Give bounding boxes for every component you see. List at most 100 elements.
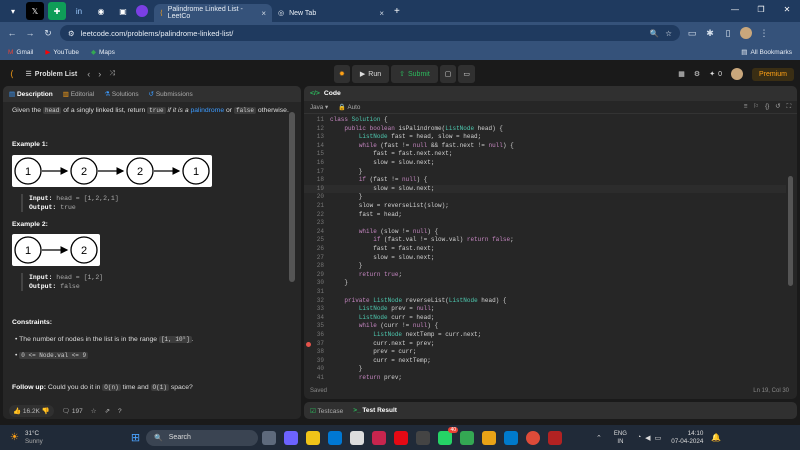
scrollbar[interactable] xyxy=(289,112,295,282)
pdf-icon[interactable] xyxy=(548,430,563,445)
back-icon[interactable]: ← xyxy=(6,28,18,38)
sheets-app-icon[interactable]: ✚ xyxy=(48,2,66,20)
x-app-icon[interactable]: 𝕏 xyxy=(26,2,44,20)
clock[interactable]: 14:10 07-04-2024 xyxy=(671,430,703,446)
menu-icon[interactable]: ⋮ xyxy=(758,28,770,39)
office-icon[interactable] xyxy=(416,430,431,445)
bookmark-gmail[interactable]: M Gmail xyxy=(8,49,33,56)
fullscreen-icon[interactable]: ⛶ xyxy=(787,103,791,111)
layout-icon[interactable]: ▦ xyxy=(678,70,685,78)
code-scrollbar[interactable] xyxy=(788,176,793,286)
reload-icon[interactable]: ↻ xyxy=(42,28,54,39)
streak-counter[interactable]: ✦ 0 xyxy=(709,70,722,79)
code-line[interactable]: 37 curr.next = prev; xyxy=(304,340,786,349)
tab-test-result[interactable]: >_ Test Result xyxy=(353,407,397,414)
code-line[interactable]: 17 } xyxy=(304,168,786,177)
maximize-icon[interactable]: ❐ xyxy=(748,0,774,22)
tab-testcase[interactable]: ☑ Testcase xyxy=(310,407,343,415)
code-line[interactable]: 38 prev = curr; xyxy=(304,348,786,357)
app-icon[interactable] xyxy=(136,5,148,17)
language-select[interactable]: Java ▾ xyxy=(310,104,328,111)
new-tab-button[interactable]: + xyxy=(394,6,400,17)
notes-app-icon[interactable]: ▣ xyxy=(114,2,132,20)
code-line[interactable]: 39 curr = nextTemp; xyxy=(304,357,786,366)
reset-icon[interactable]: ↺ xyxy=(775,103,780,111)
code-line[interactable]: 28 } xyxy=(304,262,786,271)
code-line[interactable]: 20 } xyxy=(304,193,786,202)
bookmark-youtube[interactable]: ▶ YouTube xyxy=(45,48,79,57)
code-line[interactable]: 15 fast = fast.next.next; xyxy=(304,150,786,159)
like-button[interactable]: 👍 16.2K 👎 xyxy=(9,405,54,417)
netflix-icon[interactable] xyxy=(394,430,409,445)
settings-app-icon[interactable] xyxy=(350,430,365,445)
code-line[interactable]: 26 fast = fast.next; xyxy=(304,245,786,254)
language-indicator[interactable]: ENG IN xyxy=(614,430,627,446)
windows-start-icon[interactable]: ⊞ xyxy=(131,431,140,444)
profile-avatar[interactable] xyxy=(740,27,752,39)
format-icon[interactable]: ≡ xyxy=(744,103,748,111)
vscode-icon[interactable] xyxy=(504,430,519,445)
code-line[interactable]: 14 while (fast != null && fast.next != n… xyxy=(304,142,786,151)
mail-icon[interactable] xyxy=(328,430,343,445)
whatsapp-icon[interactable]: 40 xyxy=(438,426,459,445)
share-icon[interactable]: ⇗ xyxy=(105,407,110,415)
code-line[interactable]: 12 public boolean isPalindrome(ListNode … xyxy=(304,125,786,134)
cast-icon[interactable]: ▭ xyxy=(686,28,698,39)
code-editor[interactable]: 11 class Solution {12 public boolean isPa… xyxy=(304,116,786,386)
submit-button[interactable]: ⇧ Submit xyxy=(391,65,438,83)
weather-widget[interactable]: 31°C Sunny xyxy=(25,430,43,446)
tray-chevron-icon[interactable]: ⌃ xyxy=(596,434,602,442)
file-explorer-icon[interactable] xyxy=(306,430,321,445)
linkedin-app-icon[interactable]: in xyxy=(70,2,88,20)
folder-app-icon[interactable] xyxy=(482,430,497,445)
code-line[interactable]: 40 } xyxy=(304,365,786,374)
code-line[interactable]: 34 ListNode curr = head; xyxy=(304,314,786,323)
tab-solutions[interactable]: ⚗ Solutions xyxy=(104,90,138,98)
bookmark-maps[interactable]: ◆ Maps xyxy=(91,48,115,57)
code-line[interactable]: 21 slow = reverseList(slow); xyxy=(304,202,786,211)
tab-description[interactable]: ▤ Description xyxy=(9,90,53,98)
code-line[interactable]: 33 ListNode prev = null; xyxy=(304,305,786,314)
leetcode-logo-icon[interactable]: ⟨ xyxy=(10,69,14,80)
code-line[interactable]: 23 xyxy=(304,219,786,228)
code-line[interactable]: 41 return prev; xyxy=(304,374,786,383)
sidebar-icon[interactable]: ▯ xyxy=(722,28,734,39)
shuffle-icon[interactable]: ⤨ xyxy=(109,70,115,78)
premium-button[interactable]: Premium xyxy=(751,67,794,81)
notes-button[interactable]: ▢ xyxy=(439,65,457,83)
breakpoint-icon[interactable] xyxy=(306,341,311,347)
wifi-icon[interactable]: ◔ xyxy=(637,434,641,441)
palindrome-link[interactable]: palindrome xyxy=(191,107,225,114)
code-line[interactable]: 30 } xyxy=(304,279,786,288)
code-line[interactable]: 19 slow = slow.next; xyxy=(304,184,786,194)
bookmark-star-icon[interactable]: ☆ xyxy=(665,29,672,38)
taskbar-search[interactable]: 🔍 Search xyxy=(146,429,259,446)
tab-search-icon[interactable]: ▾ xyxy=(4,2,22,20)
comments-button[interactable]: 🗨 197 xyxy=(62,407,83,415)
next-problem-icon[interactable]: › xyxy=(98,69,101,79)
bookmark-icon[interactable]: ⚐ xyxy=(753,103,759,111)
tab-editorial[interactable]: ▥ Editorial xyxy=(63,90,94,98)
weather-icon[interactable]: ☀ xyxy=(10,432,19,443)
teams-icon[interactable] xyxy=(284,430,299,445)
code-line[interactable]: 24 while (slow != null) { xyxy=(304,228,786,237)
code-line[interactable]: 11 class Solution { xyxy=(304,116,786,125)
battery-icon[interactable]: ▭ xyxy=(655,434,662,442)
tab-palindrome[interactable]: ⟨ Palindrome Linked List - LeetCo × xyxy=(154,4,272,22)
debug-button[interactable]: ✹ xyxy=(334,65,350,83)
tab-submissions[interactable]: ↺ Submissions xyxy=(149,90,193,98)
chrome-icon[interactable] xyxy=(526,430,541,445)
all-bookmarks[interactable]: ▤ All Bookmarks xyxy=(741,48,792,57)
site-info-icon[interactable]: ⚙ xyxy=(68,29,75,38)
code-line[interactable]: 25 if (fast.val != slow.val) return fals… xyxy=(304,236,786,245)
volume-icon[interactable]: ◀ xyxy=(645,434,650,442)
code-line[interactable]: 13 ListNode fast = head, slow = head; xyxy=(304,133,786,142)
problem-list-button[interactable]: ☰ Problem List xyxy=(26,70,78,79)
code-line[interactable]: 16 slow = slow.next; xyxy=(304,159,786,168)
settings-icon[interactable]: ⚙ xyxy=(694,70,700,78)
braces-icon[interactable]: {} xyxy=(765,103,769,111)
code-line[interactable]: 18 if (fast != null) { xyxy=(304,176,786,185)
code-line[interactable]: 27 slow = slow.next; xyxy=(304,254,786,263)
code-line[interactable]: 36 ListNode nextTemp = curr.next; xyxy=(304,331,786,340)
code-line[interactable]: 31 xyxy=(304,288,786,297)
